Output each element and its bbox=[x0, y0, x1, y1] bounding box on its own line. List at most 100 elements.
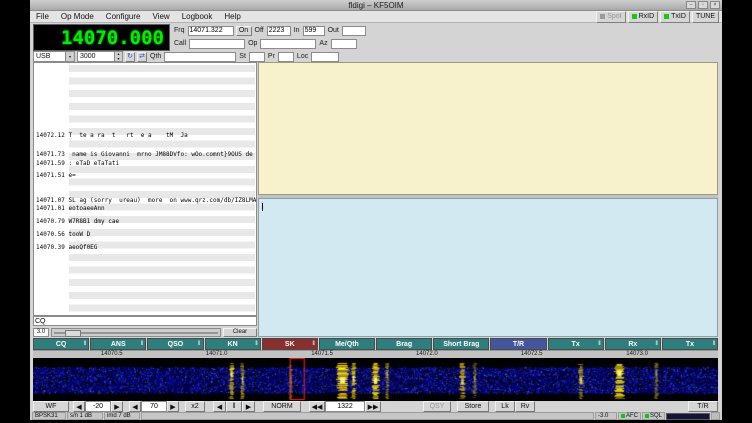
menu-item-op-mode[interactable]: Op Mode bbox=[55, 12, 100, 21]
zoom-button[interactable]: x2 bbox=[185, 401, 205, 412]
tune-button[interactable]: TUNE bbox=[692, 11, 719, 23]
pause-button[interactable]: ‖ bbox=[226, 401, 242, 412]
frequency-display[interactable]: 14070.000 bbox=[33, 24, 170, 51]
qth-field[interactable] bbox=[164, 52, 236, 62]
menu-item-configure[interactable]: Configure bbox=[100, 12, 147, 21]
afc-toggle[interactable]: AFC bbox=[618, 412, 641, 420]
title-bar[interactable]: fldigi – KF5OIM – ▫ × bbox=[30, 0, 722, 11]
scroll-right-button[interactable]: ▶ bbox=[242, 401, 255, 412]
scale-label: 14072.0 bbox=[416, 351, 438, 357]
transmit-text-pane[interactable] bbox=[258, 198, 718, 337]
sql-toggle[interactable]: SQL bbox=[642, 412, 665, 420]
browser-row[interactable]: 14071.01 eotoaeeAnn bbox=[36, 205, 105, 212]
rxid-button[interactable]: RxID bbox=[628, 11, 659, 23]
loc-field[interactable] bbox=[311, 52, 339, 62]
squelch-slider[interactable] bbox=[51, 328, 221, 337]
call-label: Call bbox=[173, 40, 187, 47]
speed-select[interactable]: NORM bbox=[263, 401, 301, 412]
sideband-select[interactable]: USB ▾ bbox=[33, 51, 75, 62]
lock-button[interactable]: Lk bbox=[495, 401, 515, 412]
op-field[interactable] bbox=[260, 39, 316, 49]
spin-down-icon[interactable]: ▾ bbox=[114, 57, 122, 62]
frequency-field[interactable] bbox=[188, 26, 234, 36]
scale-label: 14071.0 bbox=[206, 351, 228, 357]
carrier-up-button[interactable]: ▶▶ bbox=[365, 401, 381, 412]
squelch-value: 3.0 bbox=[33, 328, 49, 337]
ref-level-decrease-button[interactable]: ◀ bbox=[73, 401, 85, 412]
reload-icon-button[interactable]: ↻ bbox=[125, 52, 135, 62]
macro-button-6-meqth[interactable]: Me/Qth bbox=[319, 338, 375, 350]
browser-row[interactable]: 14070.79 W7R8B1 dmy cae bbox=[36, 218, 119, 225]
browser-search-input[interactable] bbox=[33, 316, 257, 326]
store-button[interactable]: Store bbox=[457, 401, 489, 412]
macro-button-4-kn[interactable]: KN‖ bbox=[205, 338, 261, 350]
az-field[interactable] bbox=[331, 39, 357, 49]
range-increase-button[interactable]: ▶ bbox=[167, 401, 179, 412]
st-field[interactable] bbox=[249, 52, 265, 62]
squelch-level-value: -3.0 bbox=[595, 412, 617, 420]
spinner-arrows[interactable]: ▴▾ bbox=[114, 52, 122, 61]
rst-in-label: In bbox=[293, 27, 301, 34]
time-on-button[interactable]: On bbox=[236, 26, 252, 36]
scroll-left-button[interactable]: ◀ bbox=[213, 401, 226, 412]
browser-row[interactable]: 14072.12 T te a ra t rt e a tM Ja bbox=[36, 132, 188, 139]
carrier-down-button[interactable]: ◀◀ bbox=[309, 401, 325, 412]
menu-item-view[interactable]: View bbox=[146, 12, 175, 21]
slider-thumb[interactable] bbox=[65, 330, 81, 337]
menubar-items: FileOp ModeConfigureViewLogbookHelp bbox=[30, 12, 247, 21]
pr-field[interactable] bbox=[278, 52, 294, 62]
macro-button-5-sk[interactable]: SK‖ bbox=[262, 338, 318, 350]
swap-icon-button[interactable]: ⇄ bbox=[137, 52, 147, 62]
menu-item-logbook[interactable]: Logbook bbox=[176, 12, 219, 21]
qsy-button[interactable]: QSY bbox=[423, 401, 451, 412]
rst-out-field[interactable] bbox=[342, 26, 366, 36]
wf-mode-button[interactable]: WF bbox=[33, 401, 69, 412]
az-label: Az bbox=[318, 40, 328, 47]
receive-text-pane[interactable] bbox=[258, 62, 718, 195]
resize-grip[interactable] bbox=[711, 412, 720, 420]
browser-row[interactable]: 14071.59 : eTaD eTaTati bbox=[36, 160, 119, 167]
signal-browser[interactable]: 14072.12 T te a ra t rt e a tM Ja 14071.7… bbox=[33, 62, 257, 316]
macro-button-10-tx[interactable]: Tx‖ bbox=[548, 338, 604, 350]
macro-button-2-ans[interactable]: ANS‖ bbox=[90, 338, 146, 350]
menu-item-help[interactable]: Help bbox=[218, 12, 246, 21]
reverse-button[interactable]: Rv bbox=[515, 401, 535, 412]
call-field[interactable] bbox=[189, 39, 245, 49]
browser-row[interactable]: 14071.51 e= bbox=[36, 172, 76, 179]
range-decrease-button[interactable]: ◀ bbox=[129, 401, 141, 412]
browser-channel-stripes bbox=[69, 65, 255, 314]
spot-indicator-icon bbox=[600, 14, 605, 19]
macro-button-8-shortbrag[interactable]: Short Brag bbox=[433, 338, 489, 350]
browser-row[interactable]: 14070.39 aeoQf0EG bbox=[36, 244, 97, 251]
maximize-button[interactable]: ▫ bbox=[698, 1, 708, 9]
close-button[interactable]: × bbox=[710, 1, 720, 9]
macro-button-11-rx[interactable]: Rx‖ bbox=[605, 338, 661, 350]
time-off-field[interactable] bbox=[267, 26, 291, 36]
menu-item-file[interactable]: File bbox=[30, 12, 55, 21]
macro-button-3-qso[interactable]: QSO‖ bbox=[147, 338, 203, 350]
desktop: { "window": { "title": "fldigi – KF5OIM"… bbox=[0, 0, 752, 423]
snr-indicator: s/n 1 dB bbox=[67, 412, 103, 420]
minimize-button[interactable]: – bbox=[686, 1, 696, 9]
waterfall-scale: 14070.514071.014071.514072.014072.514073… bbox=[33, 350, 718, 358]
spot-button[interactable]: Spot bbox=[596, 11, 625, 23]
browser-row[interactable]: 14071.73 name is Giovanni mrno JM88DVfo:… bbox=[36, 151, 257, 158]
pr-label: Pr bbox=[267, 53, 276, 60]
rst-in-field[interactable] bbox=[303, 26, 325, 36]
browser-row[interactable]: 14070.56 tooW D bbox=[36, 231, 90, 238]
macro-button-1-cq[interactable]: CQ‖ bbox=[33, 338, 89, 350]
bandwidth-counter[interactable]: 3000 ▴▾ bbox=[77, 51, 123, 62]
macro-button-7-brag[interactable]: Brag bbox=[376, 338, 432, 350]
ref-level-increase-button[interactable]: ▶ bbox=[111, 401, 123, 412]
clear-button[interactable]: Clear bbox=[223, 328, 257, 337]
mode-status-button[interactable]: BPSK31 bbox=[32, 412, 66, 420]
macro-button-12-tx[interactable]: Tx‖ bbox=[662, 338, 718, 350]
qso-fields-row3: USB ▾ 3000 ▴▾ ↻ ⇄ Qth St Pr Loc bbox=[33, 51, 339, 62]
tr-button[interactable]: T/R bbox=[688, 401, 718, 412]
macro-button-9-tr[interactable]: T/R bbox=[490, 338, 546, 350]
ref-level-value: -20 bbox=[85, 401, 111, 412]
txid-button[interactable]: TxID bbox=[660, 11, 690, 23]
browser-row[interactable]: 14071.07 SL ag (sorry ureau) more on www… bbox=[36, 197, 257, 204]
waterfall-canvas[interactable] bbox=[33, 358, 718, 401]
chevron-down-icon[interactable]: ▾ bbox=[65, 52, 74, 61]
